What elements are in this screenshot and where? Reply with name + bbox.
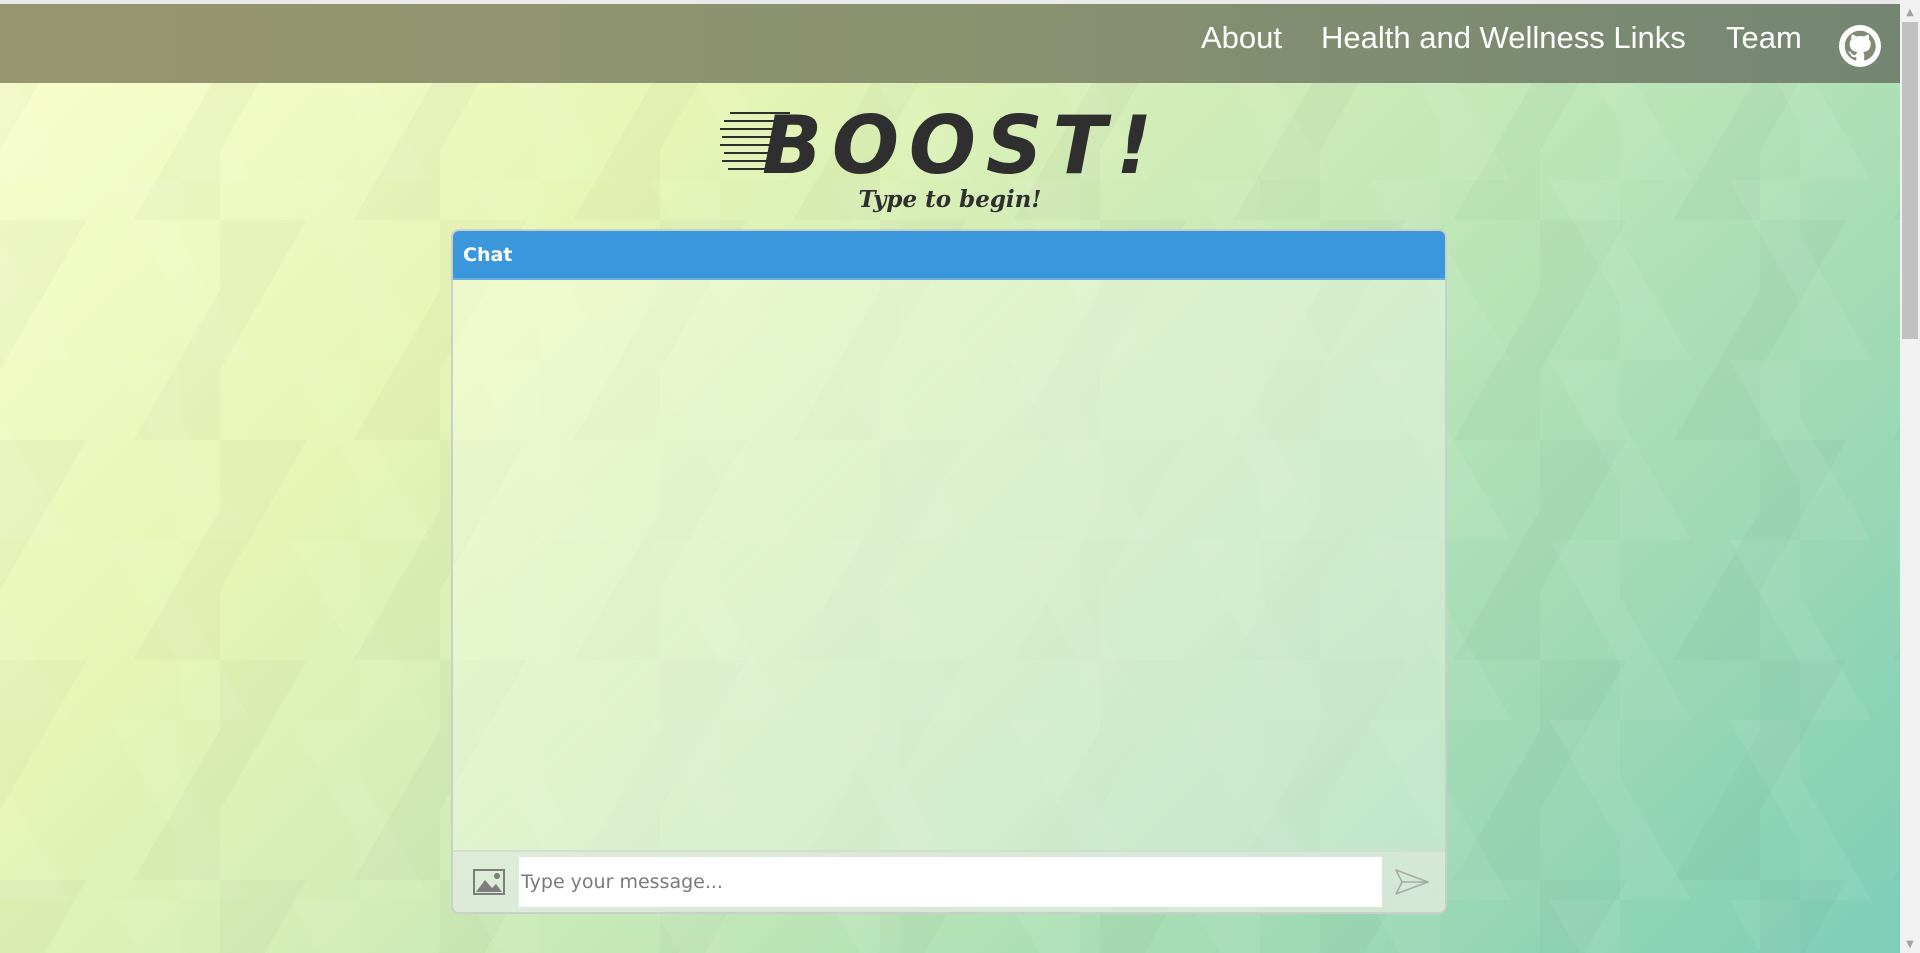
scroll-down-arrow-icon[interactable]: ▼ [1900, 936, 1920, 953]
send-icon[interactable] [1394, 868, 1430, 896]
page-scrollbar[interactable]: ▲ ▼ [1900, 0, 1920, 953]
scroll-thumb[interactable] [1902, 22, 1918, 339]
chat-messages-area[interactable] [453, 280, 1445, 854]
message-input[interactable] [519, 857, 1382, 907]
nav-link-about[interactable]: About [1201, 20, 1282, 56]
image-icon[interactable] [473, 869, 505, 895]
github-icon[interactable] [1839, 25, 1881, 67]
chat-input-bar [453, 850, 1445, 912]
tagline: Type to begin! [858, 186, 1042, 213]
top-navbar: About Health and Wellness Links Team [0, 4, 1900, 83]
nav-link-team[interactable]: Team [1726, 20, 1802, 56]
logo-text: BOOST! [762, 103, 1160, 183]
boost-logo: BOOST! [720, 103, 1160, 183]
nav-link-health-wellness[interactable]: Health and Wellness Links [1321, 20, 1686, 56]
chat-window: Chat [451, 229, 1447, 914]
chat-header: Chat [453, 231, 1445, 280]
scroll-up-arrow-icon[interactable]: ▲ [1900, 4, 1920, 21]
